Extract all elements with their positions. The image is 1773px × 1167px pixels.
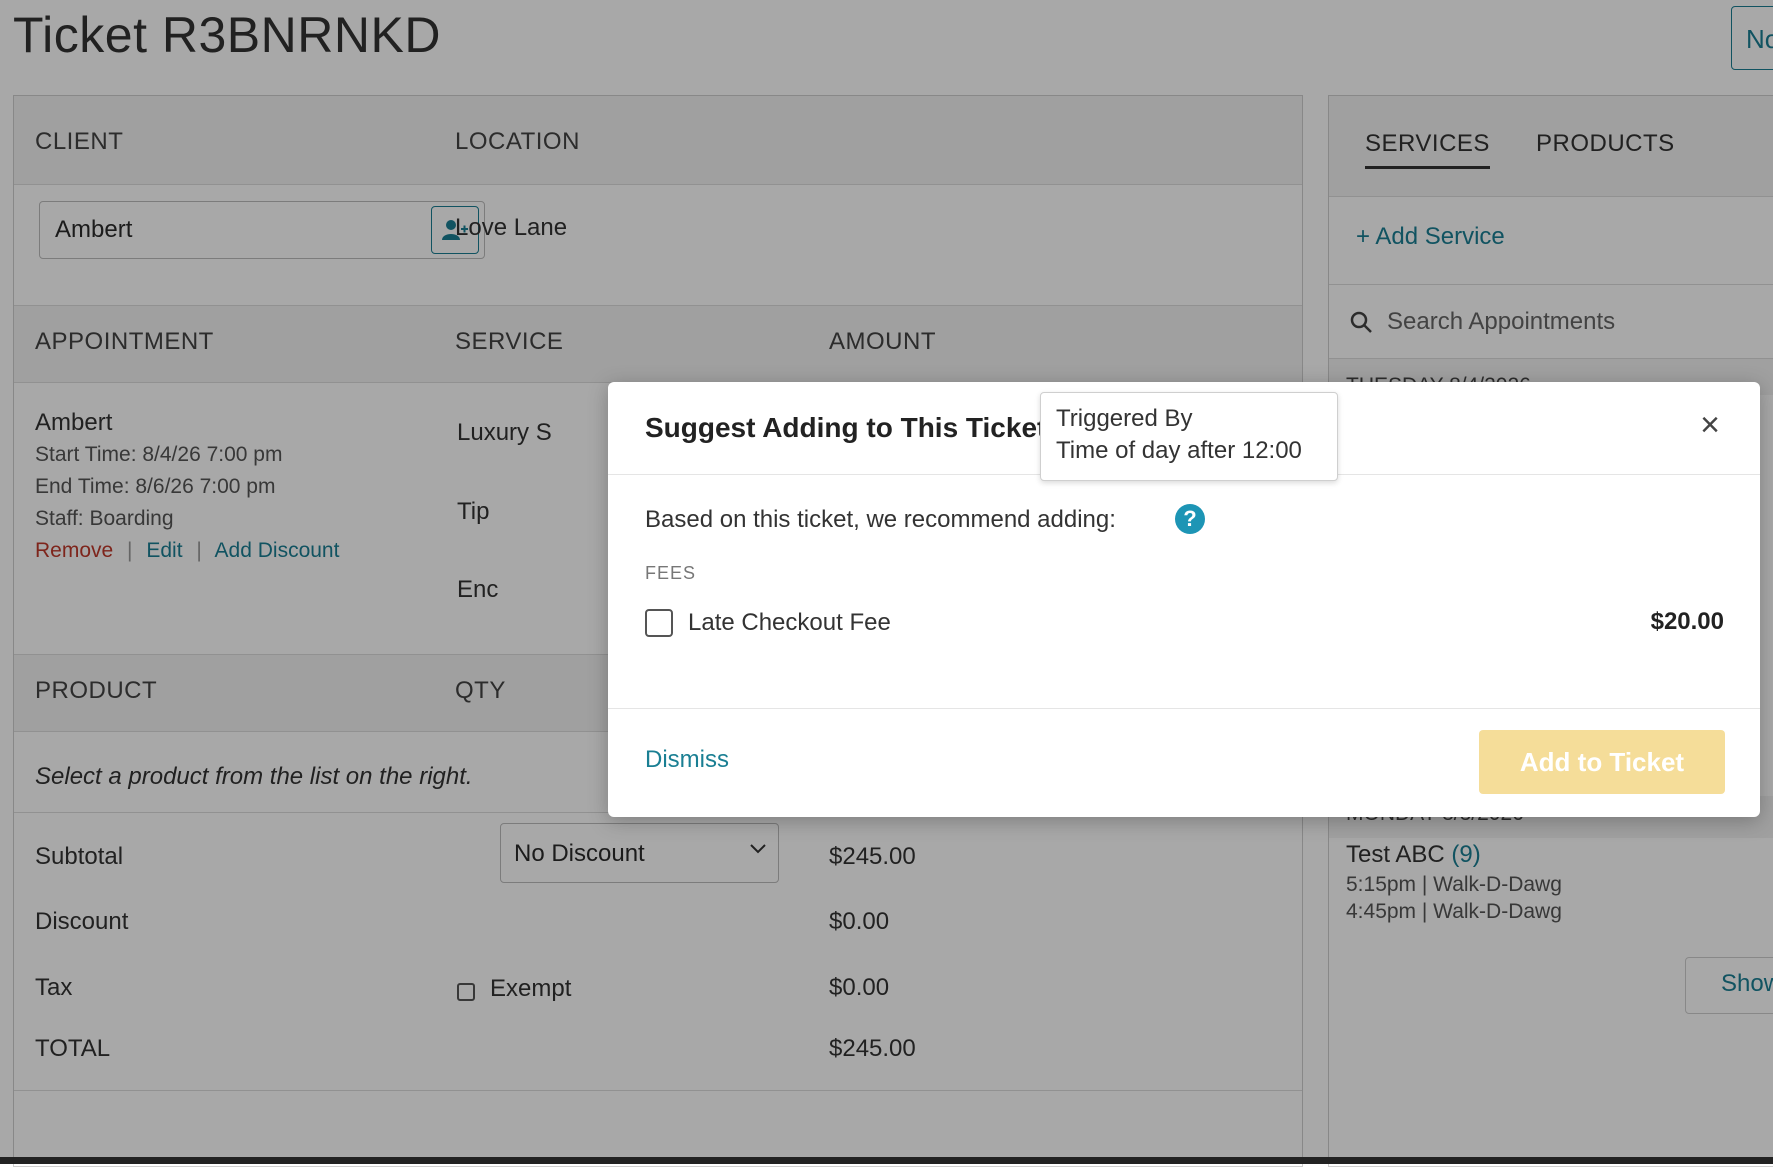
fees-section-label: FEES [645,563,697,583]
help-icon[interactable]: ? [1175,504,1205,534]
fee-label: Late Checkout Fee [688,609,891,636]
fee-price: $20.00 [1650,608,1724,635]
dismiss-button[interactable]: Dismiss [645,746,729,774]
add-to-ticket-button[interactable]: Add to Ticket [1479,730,1725,794]
tooltip-title: Triggered By [1056,405,1193,432]
modal-title: Suggest Adding to This Ticket [645,412,1047,443]
modal-intro: Based on this ticket, we recommend addin… [645,506,1116,533]
trigger-tooltip: Triggered By Time of day after 12:00 [1040,392,1338,481]
modal-footer: Dismiss Add to Ticket [608,708,1760,818]
tooltip-detail: Time of day after 12:00 [1056,437,1302,464]
bottom-bar [0,1157,1773,1164]
ticket-page: Ticket R3BNRNKD No CLIENT LOCATION Amber… [0,0,1773,1167]
close-icon[interactable]: × [1700,406,1720,445]
late-checkout-fee-checkbox[interactable] [645,609,673,637]
